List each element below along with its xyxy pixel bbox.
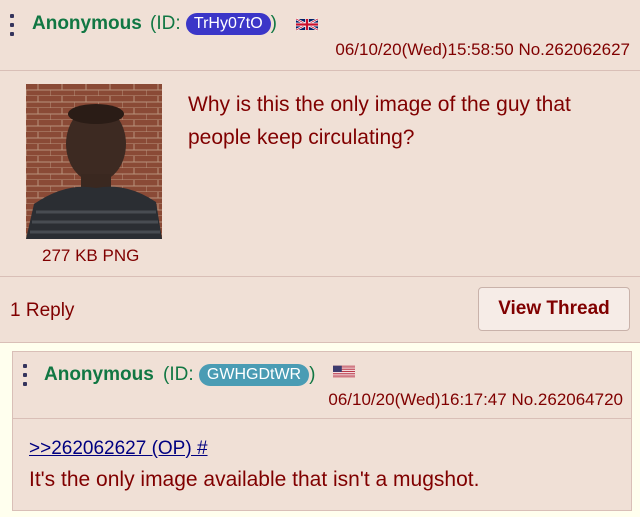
file-info: 277 KB PNG xyxy=(42,246,140,265)
op-post-footer: 1 Reply View Thread xyxy=(0,276,640,343)
poster-id-group: (ID: TrHy07tO) xyxy=(150,13,277,35)
post-menu-icon[interactable] xyxy=(10,14,15,36)
post-meta: 06/10/20(Wed)15:58:50 No.262062627 xyxy=(335,40,630,60)
post-meta: 06/10/20(Wed)16:17:47 No.262064720 xyxy=(328,390,623,410)
quote-link[interactable]: >>262062627 (OP) # xyxy=(29,438,208,460)
id-suffix: ) xyxy=(270,13,277,34)
reply-post-header: Anonymous (ID: GWHGDtWR) 06/10/20(Wed)16… xyxy=(13,352,631,419)
op-post: Anonymous (ID: TrHy07tO) 06/10/20(Wed)15… xyxy=(0,0,640,343)
post-number-link[interactable]: No.262064720 xyxy=(511,390,623,409)
id-prefix: (ID: xyxy=(163,364,194,385)
post-datetime: 06/10/20(Wed)16:17:47 xyxy=(328,390,507,409)
poster-id-group: (ID: GWHGDtWR) xyxy=(163,364,315,386)
post-datetime: 06/10/20(Wed)15:58:50 xyxy=(335,40,514,59)
view-thread-button[interactable]: View Thread xyxy=(478,287,630,331)
reply-message: It's the only image available that isn't… xyxy=(29,468,480,491)
poster-id-badge[interactable]: GWHGDtWR xyxy=(198,364,310,386)
post-thumbnail-image[interactable] xyxy=(26,84,162,239)
poster-id-badge[interactable]: TrHy07tO xyxy=(185,13,271,35)
post-number-link[interactable]: No.262062627 xyxy=(518,40,630,59)
reply-count: 1 Reply xyxy=(10,300,75,321)
id-prefix: (ID: xyxy=(150,13,181,34)
op-post-header: Anonymous (ID: TrHy07tO) 06/10/20(Wed)15… xyxy=(0,0,640,71)
reply-post: Anonymous (ID: GWHGDtWR) 06/10/20(Wed)16… xyxy=(12,351,632,511)
post-message: Why is this the only image of the guy th… xyxy=(188,93,571,149)
united-kingdom-flag-icon xyxy=(296,18,318,31)
post-menu-icon[interactable] xyxy=(23,364,28,386)
id-suffix: ) xyxy=(309,364,316,385)
poster-name: Anonymous xyxy=(44,364,154,385)
united-states-flag-icon xyxy=(333,365,355,378)
poster-name: Anonymous xyxy=(32,13,142,34)
